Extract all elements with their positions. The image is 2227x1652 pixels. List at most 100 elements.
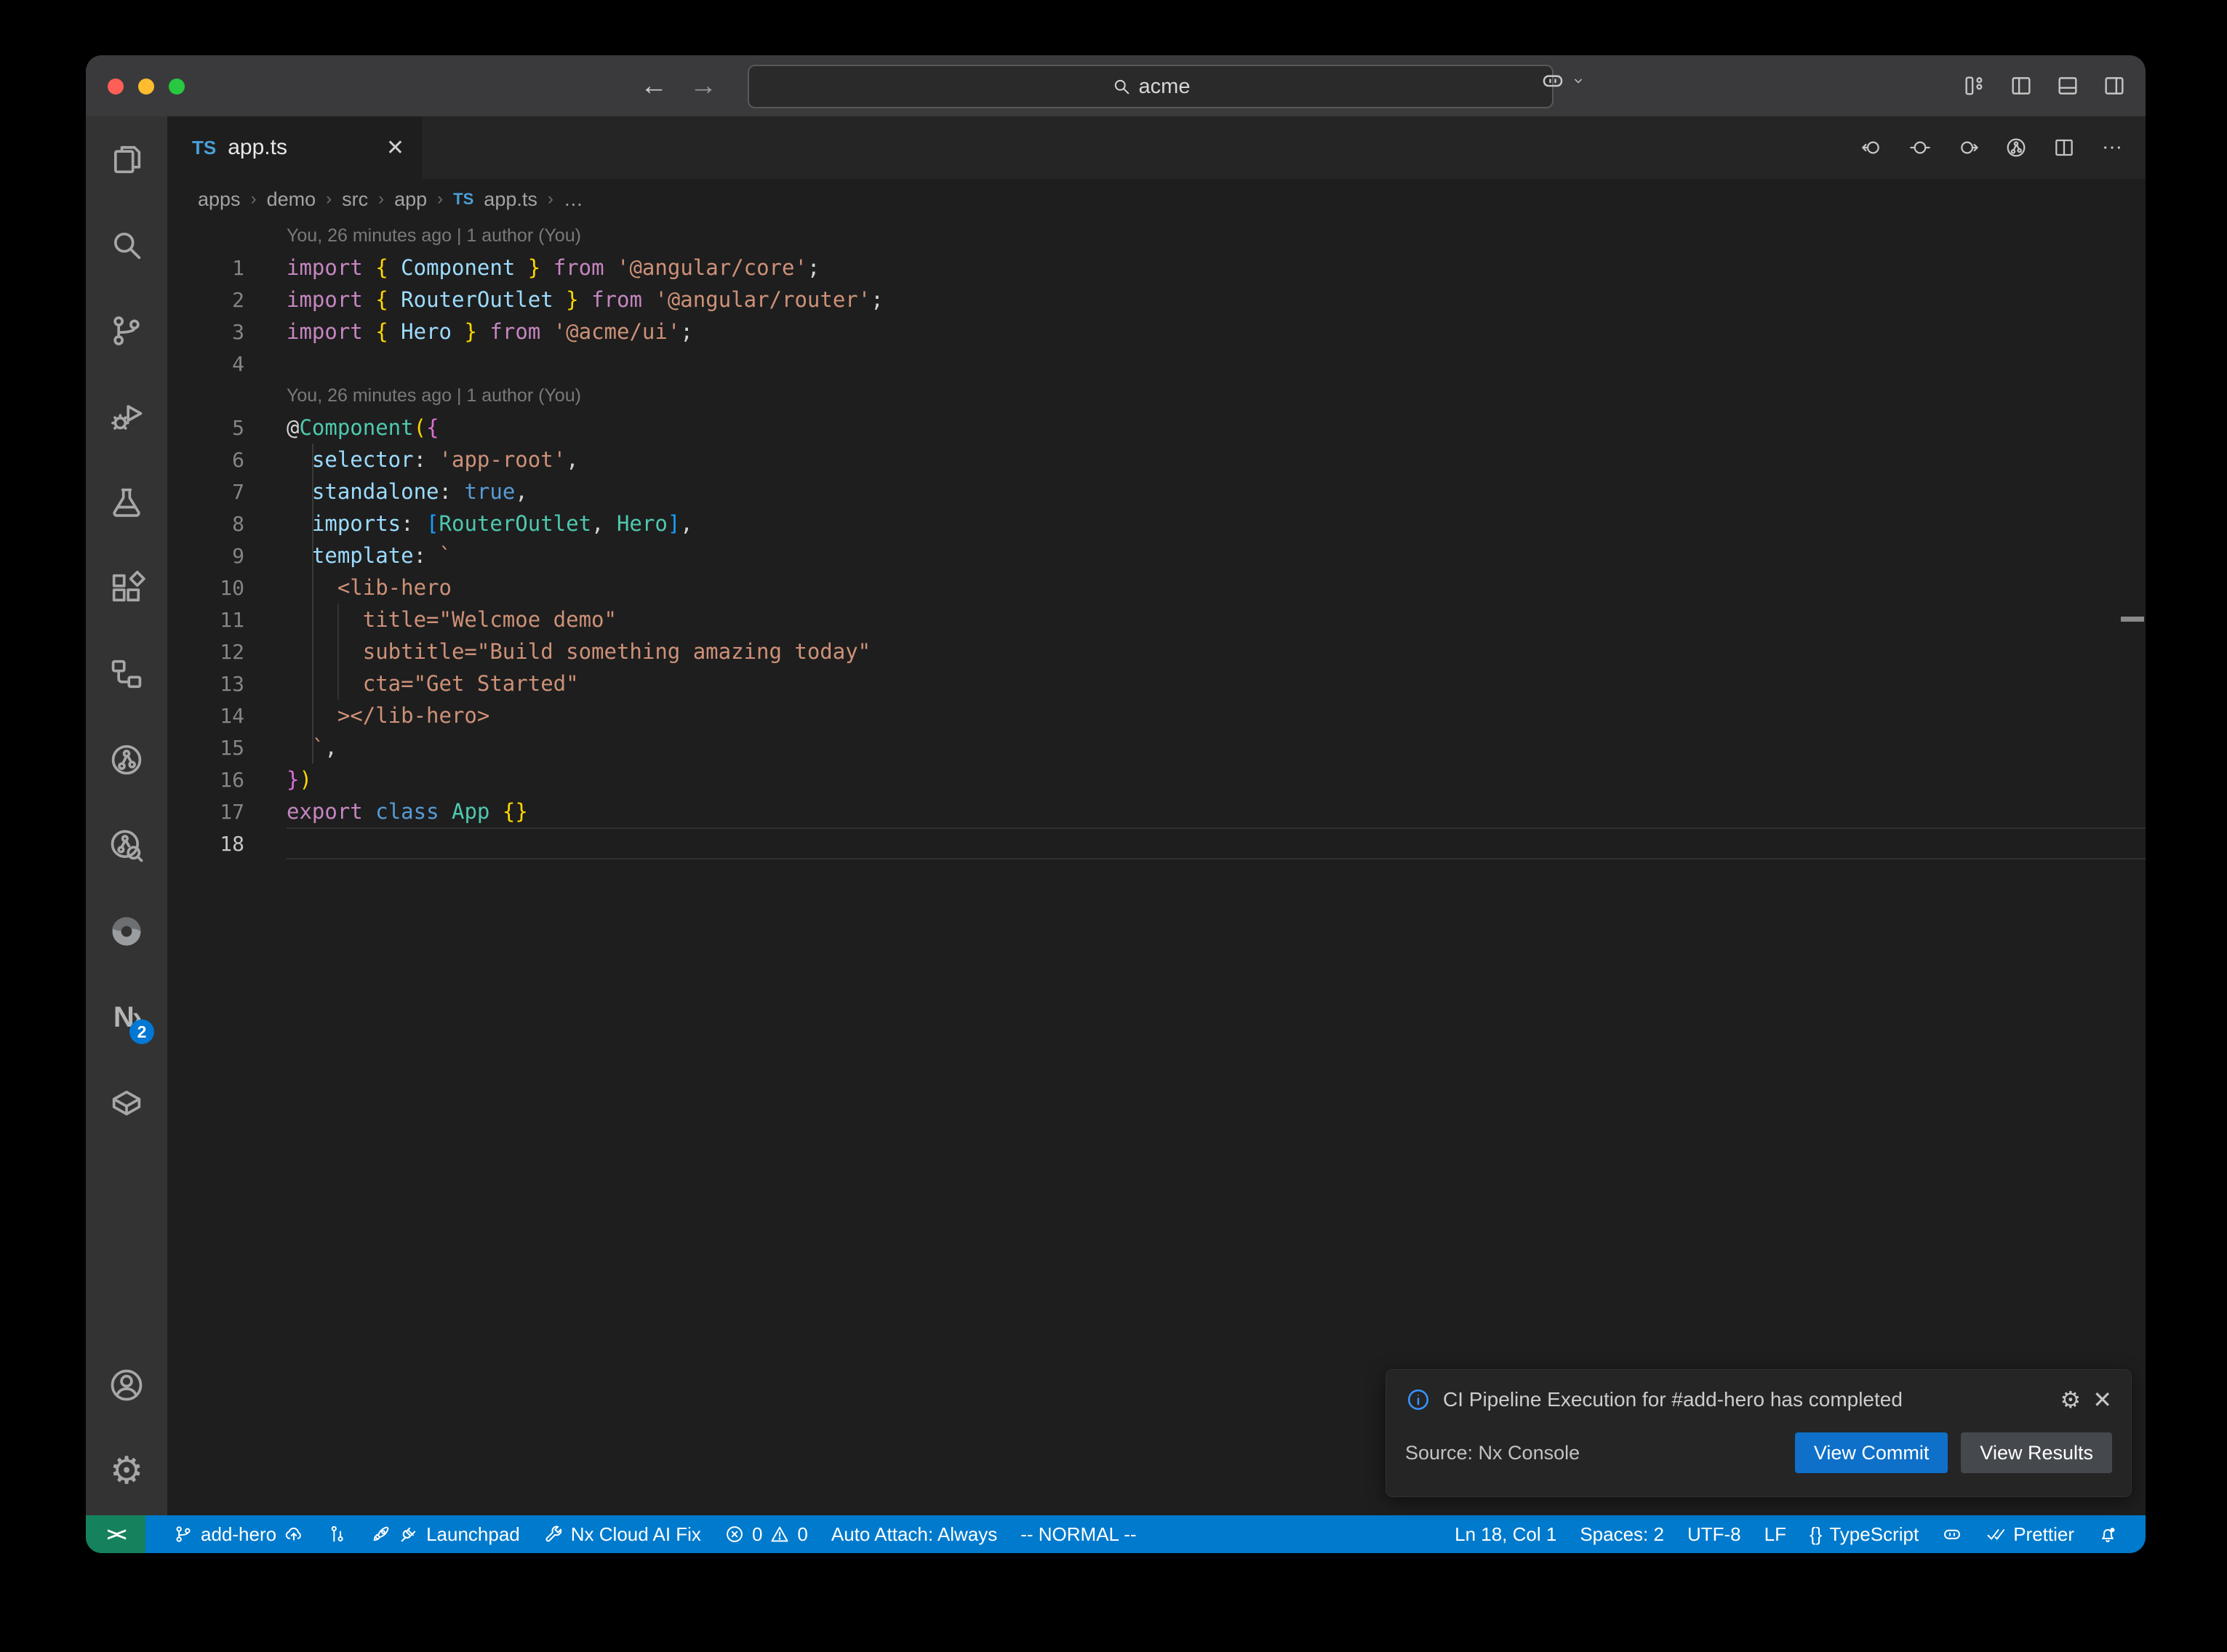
code-line-5[interactable]: 5@Component({ [167, 412, 2146, 444]
eol-status-item[interactable]: LF [1753, 1523, 1798, 1546]
code-token[interactable] [363, 287, 375, 312]
blame-text[interactable]: You, 26 minutes ago | 1 author (You) [287, 220, 2146, 252]
code-line-3[interactable]: 3import { Hero } from '@acme/ui'; [167, 316, 2146, 348]
breadcrumb-item-apps[interactable]: apps [198, 188, 241, 211]
code-line-13[interactable]: 13 cta="Get Started" [167, 667, 2146, 699]
more-actions-icon[interactable] [2100, 136, 2124, 159]
code-token[interactable] [363, 319, 375, 344]
line-content[interactable]: subtitle="Build something amazing today" [287, 635, 2146, 667]
auto-attach-status-item[interactable]: Auto Attach: Always [820, 1523, 1009, 1546]
code-line-9[interactable]: 9 template: ` [167, 540, 2146, 572]
compare-change-icon[interactable] [1908, 136, 1932, 159]
previous-change-icon[interactable] [1860, 136, 1884, 159]
code-token[interactable] [439, 799, 452, 824]
code-line-16[interactable]: 16}) [167, 763, 2146, 795]
code-token[interactable]: ; [680, 319, 692, 344]
line-number[interactable]: 5 [167, 416, 287, 440]
encoding-status-item[interactable]: UTF-8 [1676, 1523, 1753, 1546]
code-token[interactable]: Component [388, 255, 528, 280]
remote-indicator[interactable]: >< [86, 1515, 145, 1553]
code-token[interactable]: from [489, 319, 540, 344]
code-token[interactable]: { [375, 255, 388, 280]
code-token[interactable]: from [591, 287, 642, 312]
line-number[interactable]: 15 [167, 736, 287, 760]
split-editor-icon[interactable] [2052, 136, 2076, 159]
code-token[interactable] [540, 255, 553, 280]
code-token[interactable]: : [401, 511, 426, 536]
zoom-window-button[interactable] [169, 79, 185, 95]
code-token[interactable] [287, 511, 312, 536]
line-content[interactable]: import { Component } from '@angular/core… [287, 252, 2146, 284]
view-results-button[interactable]: View Results [1961, 1432, 2112, 1473]
line-number[interactable]: 12 [167, 640, 287, 664]
code-token[interactable]: , [591, 511, 617, 536]
code-line-10[interactable]: 10 <lib-hero [167, 572, 2146, 604]
activity-bar-item-swirl[interactable] [86, 889, 167, 974]
close-tab-icon[interactable]: ✕ [386, 135, 404, 161]
code-token[interactable]: : [414, 447, 439, 472]
code-token[interactable]: App [452, 799, 489, 824]
blame-text[interactable]: You, 26 minutes ago | 1 author (You) [287, 380, 2146, 412]
code-token[interactable]: , [515, 479, 527, 504]
git-graph-icon[interactable] [2004, 136, 2028, 159]
code-token[interactable]: } [287, 767, 299, 792]
activity-bar-item-nx[interactable]: N›2 [86, 974, 167, 1060]
toggle-sidebar-left-icon[interactable] [2009, 73, 2034, 98]
notifications-bell-item[interactable] [2086, 1524, 2130, 1544]
command-center-search[interactable]: acme [748, 65, 1554, 108]
code-token[interactable]: @ [287, 415, 299, 440]
code-token[interactable]: ( [414, 415, 426, 440]
next-change-icon[interactable] [1956, 136, 1980, 159]
code-line-2[interactable]: 2import { RouterOutlet } from '@angular/… [167, 284, 2146, 316]
code-token[interactable] [287, 543, 312, 568]
code-line-17[interactable]: 17export class App {} [167, 795, 2146, 827]
line-content[interactable]: ></lib-hero> [287, 699, 2146, 731]
code-token[interactable] [363, 799, 375, 824]
code-line-6[interactable]: 6 selector: 'app-root', [167, 444, 2146, 476]
code-token[interactable]: RouterOutlet [439, 511, 592, 536]
code-line-4[interactable]: 4 [167, 348, 2146, 380]
line-content[interactable]: template: ` [287, 540, 2146, 572]
minimize-window-button[interactable] [138, 79, 154, 95]
activity-bar-item-account[interactable] [86, 1342, 167, 1428]
code-token[interactable]: {} [503, 799, 528, 824]
line-content[interactable] [287, 348, 2146, 380]
code-token[interactable]: Hero [617, 511, 668, 536]
code-line-18[interactable]: 18 [167, 827, 2146, 859]
code-token[interactable] [540, 319, 553, 344]
commit-graph-status-item[interactable] [316, 1524, 359, 1544]
code-token[interactable]: ) [299, 767, 311, 792]
line-content[interactable]: @Component({ [287, 412, 2146, 444]
code-token[interactable]: selector [312, 447, 414, 472]
toggle-panel-bottom-icon[interactable] [2055, 73, 2080, 98]
code-token[interactable]: class [375, 799, 439, 824]
code-line-1[interactable]: 1import { Component } from '@angular/cor… [167, 252, 2146, 284]
code-token[interactable]: , [680, 511, 692, 536]
line-content[interactable]: selector: 'app-root', [287, 444, 2146, 476]
code-token[interactable]: cta="Get Started" [287, 671, 579, 696]
tab-app-ts[interactable]: TS app.ts ✕ [167, 116, 423, 179]
code-token[interactable]: 'app-root' [439, 447, 567, 472]
line-content[interactable]: title="Welcmoe demo" [287, 604, 2146, 635]
breadcrumb-symbol-tail[interactable]: … [564, 188, 583, 211]
launchpad-status-item[interactable]: Launchpad [359, 1523, 532, 1546]
code-token[interactable]: template [312, 543, 414, 568]
line-number[interactable]: 11 [167, 608, 287, 632]
code-token[interactable]: } [566, 287, 578, 312]
line-content[interactable]: import { Hero } from '@acme/ui'; [287, 316, 2146, 348]
code-line-11[interactable]: 11 title="Welcmoe demo" [167, 604, 2146, 635]
code-token[interactable]: standalone [312, 479, 439, 504]
copilot-icon[interactable] [1540, 68, 1565, 93]
activity-bar-item-beaker[interactable] [86, 460, 167, 545]
line-number[interactable]: 9 [167, 544, 287, 568]
code-token[interactable] [287, 447, 312, 472]
code-token[interactable]: true [464, 479, 515, 504]
code-token[interactable]: title="Welcmoe demo" [287, 607, 617, 632]
code-line-12[interactable]: 12 subtitle="Build something amazing tod… [167, 635, 2146, 667]
indentation-status-item[interactable]: Spaces: 2 [1568, 1523, 1676, 1546]
code-token[interactable]: { [426, 415, 439, 440]
code-editor[interactable]: You, 26 minutes ago | 1 author (You)1imp… [167, 220, 2146, 1515]
code-token[interactable]: '@acme/ui' [553, 319, 681, 344]
line-number[interactable]: 6 [167, 448, 287, 472]
code-token[interactable] [477, 319, 489, 344]
